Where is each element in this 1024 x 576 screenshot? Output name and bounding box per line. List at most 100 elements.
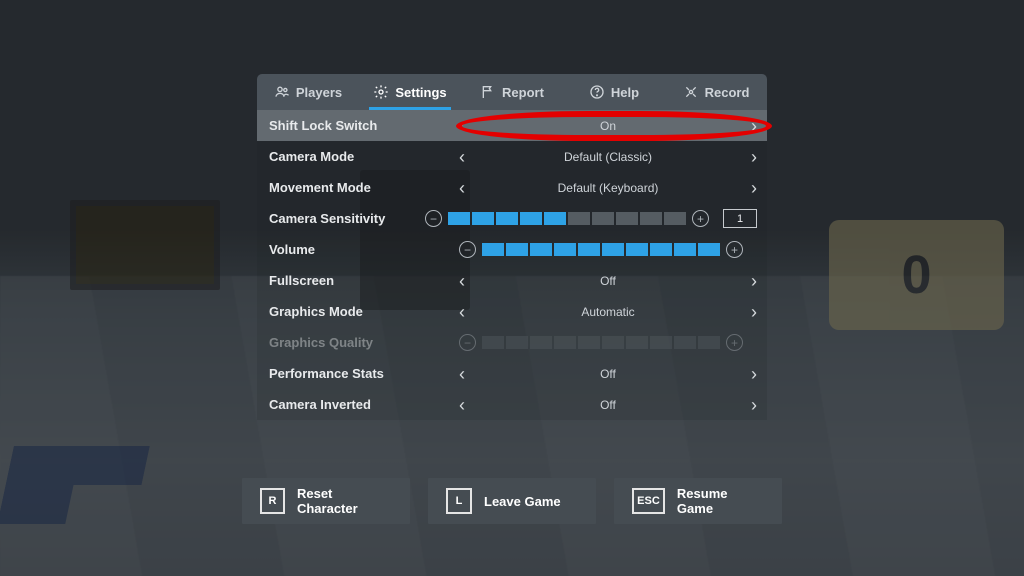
tab-label: Help [611,85,639,100]
setting-value: Off [479,398,737,412]
slider-segment [616,212,638,225]
row-movement-mode: Movement Mode ‹ Default (Keyboard) › [257,172,767,203]
chevron-left-icon[interactable]: ‹ [459,179,479,197]
row-graphics-mode: Graphics Mode ‹ Automatic › [257,296,767,327]
slider-segment [650,243,672,256]
setting-label: Camera Sensitivity [269,211,425,226]
key-hint: L [446,488,472,514]
setting-value: Automatic [479,305,737,319]
settings-rows: Shift Lock Switch ‹ On › Camera Mode ‹ D… [257,110,767,420]
setting-label: Graphics Mode [269,304,459,319]
slider-segment [698,336,720,349]
slider-segment [506,243,528,256]
chevron-right-icon[interactable]: › [737,117,757,135]
setting-value: Default (Classic) [479,150,737,164]
escape-menu: Players Settings Report Help Record Shif… [257,74,767,420]
selector-movement-mode: ‹ Default (Keyboard) › [459,179,757,197]
setting-label: Movement Mode [269,180,459,195]
slider-segment [602,336,624,349]
record-icon [683,84,699,100]
slider-segment [482,336,504,349]
slider-segment [530,243,552,256]
chevron-left-icon[interactable]: ‹ [459,148,479,166]
row-shift-lock: Shift Lock Switch ‹ On › [257,110,767,141]
tab-label: Players [296,85,342,100]
chevron-right-icon[interactable]: › [737,179,757,197]
slider-segment [650,336,672,349]
setting-value: On [479,119,737,133]
selector-shift-lock: ‹ On › [459,117,757,135]
setting-label: Graphics Quality [269,335,459,350]
chevron-right-icon[interactable]: › [737,396,757,414]
setting-label: Fullscreen [269,273,459,288]
chevron-left-icon[interactable]: ‹ [459,365,479,383]
chevron-right-icon[interactable]: › [737,272,757,290]
chevron-left-icon[interactable]: ‹ [459,396,479,414]
chevron-left-icon[interactable]: ‹ [459,272,479,290]
minus-button: − [459,334,476,351]
selector-camera-mode: ‹ Default (Classic) › [459,148,757,166]
setting-label: Camera Mode [269,149,459,164]
slider-segment [674,336,696,349]
selector-performance-stats: ‹ Off › [459,365,757,383]
slider-segment [472,212,494,225]
slider-segment [626,336,648,349]
plus-button[interactable]: + [692,210,709,227]
tab-label: Report [502,85,544,100]
selector-graphics-mode: ‹ Automatic › [459,303,757,321]
slider-segment [530,336,552,349]
help-icon [589,84,605,100]
players-icon [274,84,290,100]
tab-label: Settings [395,85,446,100]
row-volume: Volume − + [257,234,767,265]
tab-bar: Players Settings Report Help Record [257,74,767,110]
slider-segment [568,212,590,225]
slider-segment [506,336,528,349]
chevron-right-icon[interactable]: › [737,148,757,166]
setting-label: Volume [269,242,459,257]
setting-label: Camera Inverted [269,397,459,412]
volume-slider[interactable] [482,243,720,256]
plus-button: + [726,334,743,351]
setting-value: Off [479,274,737,288]
resume-game-button[interactable]: ESC Resume Game [614,478,782,524]
sensitivity-input[interactable]: 1 [723,209,757,228]
slider-segment [640,212,662,225]
row-performance-stats: Performance Stats ‹ Off › [257,358,767,389]
plus-button[interactable]: + [726,241,743,258]
button-label: Reset Character [297,486,392,516]
tab-report[interactable]: Report [461,74,563,110]
minus-button[interactable]: − [425,210,442,227]
slider-segment [602,243,624,256]
slider-segment [674,243,696,256]
sensitivity-slider[interactable] [448,212,686,225]
reset-character-button[interactable]: R Reset Character [242,478,410,524]
graphics-quality-slider [482,336,720,349]
tab-label: Record [705,85,750,100]
tab-help[interactable]: Help [563,74,665,110]
report-icon [480,84,496,100]
slider-segment [482,243,504,256]
slider-segment [698,243,720,256]
slider-segment [578,336,600,349]
tab-record[interactable]: Record [665,74,767,110]
row-graphics-quality: Graphics Quality − + [257,327,767,358]
slider-segment [496,212,518,225]
footer-buttons: R Reset Character L Leave Game ESC Resum… [242,478,782,524]
button-label: Leave Game [484,494,561,509]
minus-button[interactable]: − [459,241,476,258]
row-camera-mode: Camera Mode ‹ Default (Classic) › [257,141,767,172]
tab-settings[interactable]: Settings [359,74,461,110]
setting-label: Performance Stats [269,366,459,381]
leave-game-button[interactable]: L Leave Game [428,478,596,524]
row-camera-inverted: Camera Inverted ‹ Off › [257,389,767,420]
setting-value: Off [479,367,737,381]
chevron-right-icon[interactable]: › [737,365,757,383]
chevron-left-icon[interactable]: ‹ [459,117,479,135]
selector-camera-inverted: ‹ Off › [459,396,757,414]
chevron-left-icon[interactable]: ‹ [459,303,479,321]
tab-players[interactable]: Players [257,74,359,110]
chevron-right-icon[interactable]: › [737,303,757,321]
setting-value: Default (Keyboard) [479,181,737,195]
key-hint: R [260,488,285,514]
